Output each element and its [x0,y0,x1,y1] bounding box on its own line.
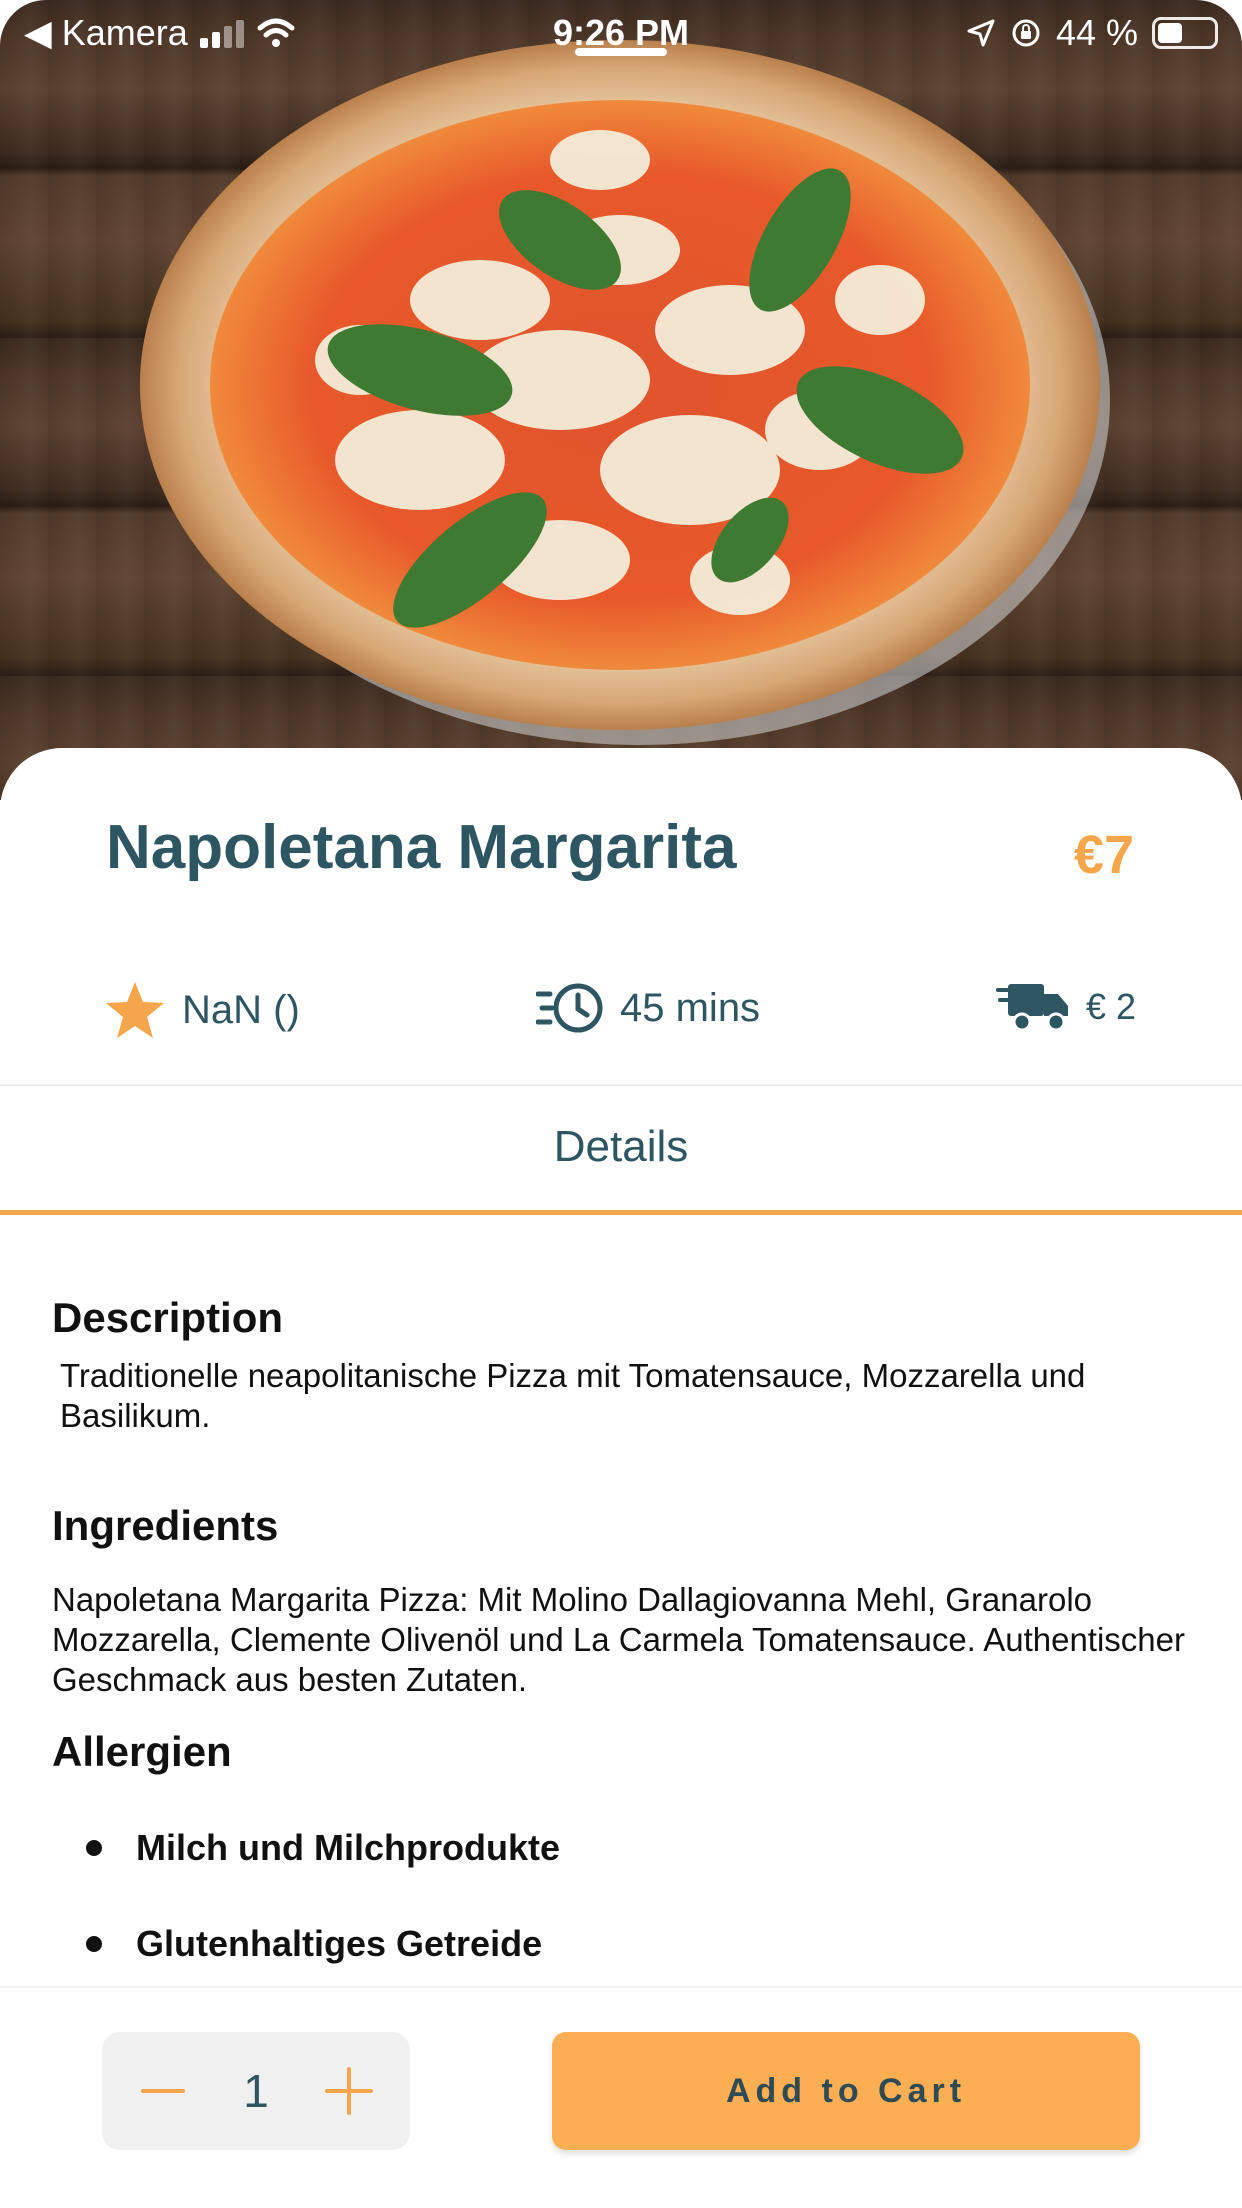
quantity-stepper: 1 [102,2032,410,2150]
description-heading: Description [52,1294,284,1341]
status-bar: ◀ Kamera 9:26 PM 44 % [0,0,1242,66]
star-icon [106,982,164,1038]
bullet-icon [86,1840,102,1856]
description-text: Traditionelle neapolitanische Pizza mit … [60,1357,1086,1434]
allergens-heading: Allergien [52,1728,232,1775]
fast-clock-icon [536,983,603,1033]
tab-details[interactable]: Details [0,1122,1242,1172]
allergen-label: Glutenhaltiges Getreide [136,1923,543,1964]
delivery-truck-icon [995,984,1068,1032]
prep-time: 45 mins [536,980,760,1036]
pizza-illustration [140,40,1110,745]
list-item: Glutenhaltiges Getreide [86,1896,560,1992]
delivery-fee-value: € 2 [1085,986,1136,1027]
allergen-label: Milch und Milchprodukte [136,1827,560,1868]
bullet-icon [86,1936,102,1952]
plus-icon [325,2067,373,2115]
battery-percent: 44 % [1055,12,1138,53]
product-info-row: NaN () 45 mins € 2 [0,980,1242,1050]
list-item: Milch und Milchprodukte [86,1800,560,1896]
ingredients-text: Napoletana Margarita Pizza: Mit Molino D… [52,1581,1185,1698]
divider [0,1084,1242,1086]
rating: NaN () [104,980,300,1040]
home-indicator [575,48,667,56]
quantity-value: 1 [243,2065,269,2117]
add-to-cart-button[interactable]: Add to Cart [552,2032,1140,2150]
location-arrow-icon [967,19,995,47]
minus-icon [141,2089,185,2093]
battery-icon [1152,17,1218,49]
delivery-fee: € 2 [995,980,1136,1034]
rotation-lock-icon [1012,19,1040,47]
tab-active-indicator [0,1210,1242,1215]
product-price: €7 [1073,825,1134,885]
product-name: Napoletana Margarita [106,813,737,882]
prep-time-value: 45 mins [620,985,761,1030]
divider [0,1986,1242,1988]
decrease-quantity-button[interactable] [138,2066,188,2116]
ingredients-heading: Ingredients [52,1502,279,1549]
product-image [0,0,1242,800]
increase-quantity-button[interactable] [324,2066,374,2116]
allergens-list: Milch und Milchprodukte Glutenhaltiges G… [86,1800,560,1992]
rating-value: NaN () [182,987,300,1032]
